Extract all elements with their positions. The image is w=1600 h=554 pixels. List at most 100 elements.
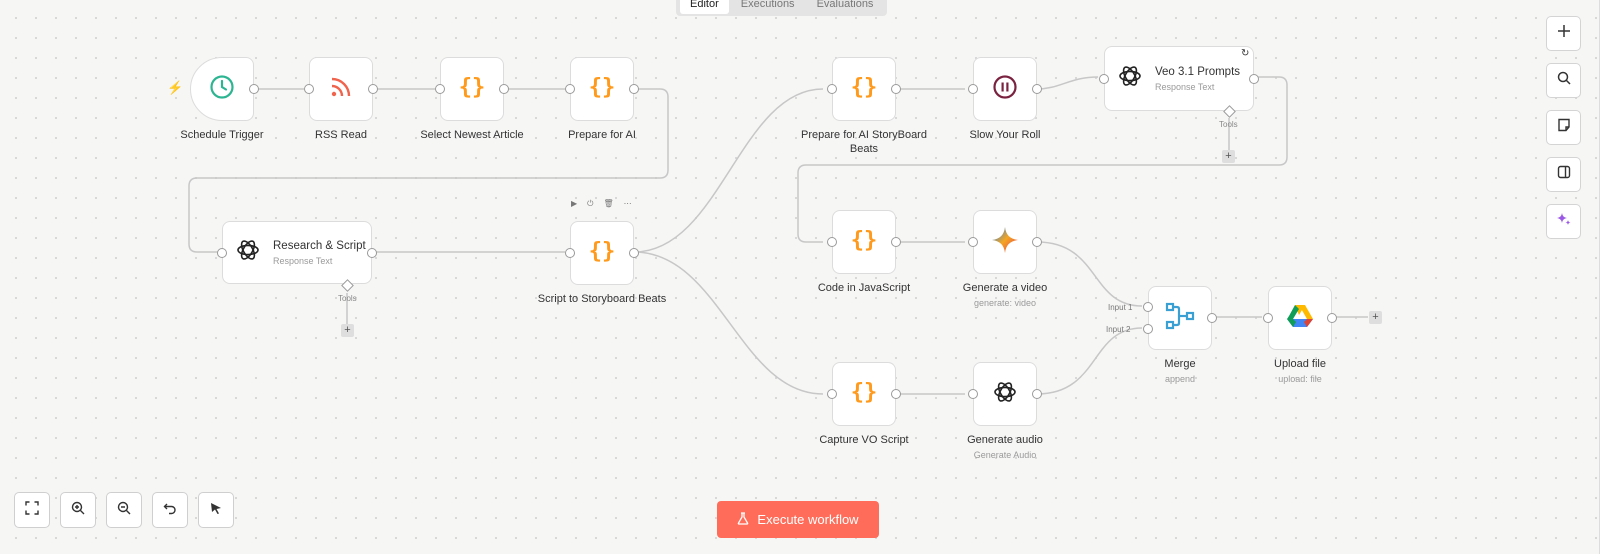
tidy-up-button[interactable] <box>198 492 234 528</box>
node-merge[interactable] <box>1143 286 1217 350</box>
node-subtitle: Generate Audio <box>973 450 1037 460</box>
code-braces-icon: {} <box>588 75 616 104</box>
input-port-1[interactable] <box>1143 302 1153 312</box>
workflow-canvas[interactable]: ⚡ Schedule Trigger RSS Read {} Select Ne… <box>0 0 1600 554</box>
clock-icon <box>209 74 235 105</box>
execute-workflow-button[interactable]: Execute workflow <box>717 501 879 538</box>
ai-assistant-button[interactable] <box>1546 204 1581 239</box>
power-icon[interactable]: ⏻ <box>587 199 593 209</box>
plus-icon <box>1557 24 1571 43</box>
fit-view-button[interactable] <box>14 492 50 528</box>
input-port-2[interactable] <box>1143 324 1153 334</box>
merge-input-1-label: Input 1 <box>1108 303 1133 312</box>
output-port[interactable] <box>891 237 901 247</box>
node-code-in-javascript[interactable]: {} <box>827 210 901 274</box>
output-port[interactable] <box>1032 237 1042 247</box>
lightning-icon: ⚡ <box>167 80 184 95</box>
play-icon[interactable]: ▶ <box>571 199 577 209</box>
output-port[interactable] <box>1032 84 1042 94</box>
more-icon[interactable]: ⋯ <box>624 199 632 209</box>
output-port[interactable] <box>1207 313 1217 323</box>
output-port[interactable] <box>1032 389 1042 399</box>
search-icon <box>1557 71 1571 90</box>
node-label: Capture VO Script <box>819 434 909 446</box>
output-port[interactable] <box>1249 73 1259 84</box>
node-label: Code in JavaScript <box>817 282 911 294</box>
node-research-script[interactable]: Research & Script Response Text <box>217 221 377 284</box>
output-port[interactable] <box>891 84 901 94</box>
node-subtitle: generate: video <box>973 298 1037 308</box>
input-port[interactable] <box>1099 73 1109 84</box>
node-schedule-trigger[interactable] <box>190 57 259 121</box>
node-capture-vo-script[interactable]: {} <box>827 362 901 426</box>
input-port[interactable] <box>968 84 978 94</box>
node-slow-your-roll[interactable] <box>968 57 1042 121</box>
input-port[interactable] <box>968 237 978 247</box>
node-label: Slow Your Roll <box>969 129 1041 141</box>
output-port[interactable] <box>367 247 377 258</box>
zoom-in-button[interactable] <box>60 492 96 528</box>
input-port[interactable] <box>435 84 445 94</box>
merge-icon <box>1165 302 1195 335</box>
add-tool-button[interactable]: + <box>1222 150 1235 163</box>
editor-tabs: Editor Executions Evaluations <box>676 0 888 16</box>
openai-icon <box>1117 63 1143 94</box>
toggle-panel-button[interactable] <box>1546 157 1581 192</box>
openai-icon <box>235 237 261 268</box>
node-title: Research & Script <box>273 240 366 252</box>
tab-evaluations[interactable]: Evaluations <box>807 0 884 14</box>
node-generate-audio[interactable] <box>968 362 1042 426</box>
input-port[interactable] <box>565 248 575 258</box>
input-port[interactable] <box>217 247 227 258</box>
output-port[interactable] <box>499 84 509 94</box>
node-label: Script to Storyboard Beats <box>537 293 667 305</box>
node-upload-file[interactable] <box>1263 286 1337 350</box>
output-port[interactable] <box>1327 313 1337 323</box>
tidy-icon <box>209 501 223 520</box>
search-nodes-button[interactable] <box>1546 63 1581 98</box>
input-port[interactable] <box>565 84 575 94</box>
zoom-out-icon <box>117 501 131 520</box>
node-veo-prompts[interactable]: Veo 3.1 Prompts Response Text <box>1099 46 1259 111</box>
tab-executions[interactable]: Executions <box>731 0 805 14</box>
zoom-out-button[interactable] <box>106 492 142 528</box>
output-port[interactable] <box>891 389 901 399</box>
input-port[interactable] <box>827 84 837 94</box>
input-port[interactable] <box>304 84 314 94</box>
node-label: Merge <box>1164 358 1196 370</box>
add-node-button[interactable]: + <box>1369 311 1382 324</box>
input-port[interactable] <box>1263 313 1273 323</box>
output-port[interactable] <box>368 84 378 94</box>
code-braces-icon: {} <box>850 228 878 257</box>
undo-button[interactable] <box>152 492 188 528</box>
google-drive-icon <box>1286 304 1314 333</box>
input-port[interactable] <box>827 389 837 399</box>
add-tool-button[interactable]: + <box>341 324 354 337</box>
node-prepare-for-ai[interactable]: {} <box>565 57 639 121</box>
node-label: Upload file <box>1274 358 1326 370</box>
input-port[interactable] <box>827 237 837 247</box>
output-port[interactable] <box>629 248 639 258</box>
edge-storyboard-capture <box>633 251 824 395</box>
input-port[interactable] <box>968 389 978 399</box>
add-node-panel-button[interactable] <box>1546 16 1581 51</box>
edge-slow-veo <box>1036 76 1099 90</box>
tab-editor[interactable]: Editor <box>680 0 729 14</box>
node-generate-video[interactable] <box>968 210 1042 274</box>
right-toolbar <box>1546 16 1581 239</box>
output-port[interactable] <box>249 84 259 94</box>
svg-text:{}: {} <box>851 75 878 99</box>
code-braces-icon: {} <box>850 75 878 104</box>
trash-icon[interactable]: 🗑 <box>603 199 613 209</box>
code-braces-icon: {} <box>458 75 486 104</box>
output-port[interactable] <box>629 84 639 94</box>
node-prepare-storyboard-beats[interactable]: {} <box>827 57 901 121</box>
undo-icon <box>163 501 177 520</box>
fit-view-icon <box>25 500 39 520</box>
node-label: Prepare for AI <box>568 129 636 141</box>
node-rss-read[interactable] <box>304 57 378 121</box>
node-select-newest-article[interactable]: {} <box>435 57 509 121</box>
node-subtitle: append <box>1164 374 1196 384</box>
node-script-to-storyboard-beats[interactable]: {} <box>565 221 639 285</box>
add-sticky-note-button[interactable] <box>1546 110 1581 145</box>
